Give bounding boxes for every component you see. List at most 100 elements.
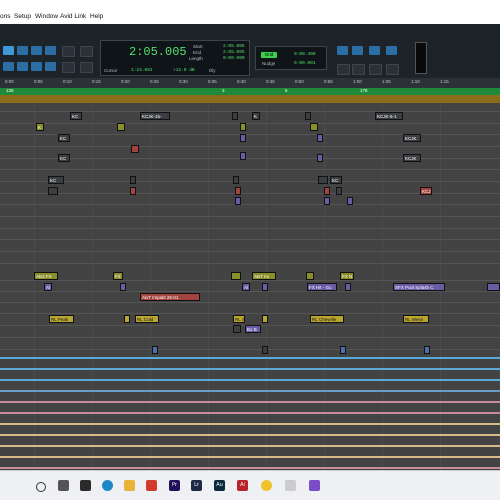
premiere-icon[interactable]: Pr: [169, 480, 180, 491]
audio-clip[interactable]: RL S: [233, 315, 245, 323]
audio-clip[interactable]: FX Hit - Gu: [307, 283, 337, 291]
media-app-icon[interactable]: [80, 480, 91, 491]
audio-clip[interactable]: [233, 325, 241, 333]
audio-clip[interactable]: [124, 315, 130, 323]
fast-forward-button[interactable]: [352, 64, 365, 75]
zoom-tool-icon[interactable]: [3, 46, 14, 55]
audio-clip[interactable]: [235, 197, 241, 205]
audio-clip[interactable]: [262, 283, 268, 291]
rewind-button[interactable]: [337, 64, 350, 75]
audio-clip[interactable]: [232, 112, 238, 120]
marker-label[interactable]: 126: [6, 88, 14, 93]
length-value[interactable]: 0:00.000: [223, 56, 245, 61]
audio-clip[interactable]: AlvT Impakt 26-01: [140, 293, 200, 301]
edit-window-timeline[interactable]: KC KCJK-15- K KCJK-6-1 K KC KCJK KC KCJ K…: [0, 103, 500, 470]
end-value[interactable]: 2:05.005: [223, 50, 245, 55]
audio-clip[interactable]: [347, 197, 353, 205]
audio-clip[interactable]: [336, 187, 342, 195]
audio-clip[interactable]: [48, 187, 58, 195]
audio-clip[interactable]: [233, 176, 239, 184]
audio-clip[interactable]: [262, 346, 268, 354]
audio-clip[interactable]: SFX Pool Splash C: [393, 283, 445, 291]
range-ruler[interactable]: [0, 95, 500, 103]
marker-label[interactable]: 3: [222, 88, 225, 93]
file-explorer-icon[interactable]: [124, 480, 135, 491]
shuffle-mode-button[interactable]: [3, 62, 14, 71]
audio-clip[interactable]: KCJK: [403, 134, 421, 142]
store-icon[interactable]: [146, 480, 157, 491]
audio-clip[interactable]: [130, 187, 136, 195]
start-value[interactable]: 2:05.005: [223, 44, 245, 49]
record-button[interactable]: [386, 46, 397, 55]
marker-label[interactable]: 176: [360, 88, 368, 93]
audio-clip[interactable]: K: [36, 123, 44, 131]
audio-clip[interactable]: [324, 187, 330, 195]
link-icon[interactable]: [62, 62, 75, 73]
audio-clip[interactable]: RL Chevelle: [310, 315, 344, 323]
audition-icon[interactable]: Au: [214, 480, 225, 491]
timeline-ruler[interactable]: 0:00 0:05 0:10 0:15 0:20 0:25 0:30 0:35 …: [0, 78, 500, 88]
audio-clip[interactable]: [262, 315, 268, 323]
audio-clip[interactable]: KC: [58, 154, 70, 162]
menu-item-avid-link[interactable]: Avid Link: [60, 13, 86, 20]
audio-clip[interactable]: [310, 123, 318, 131]
marker-label[interactable]: 5: [285, 88, 288, 93]
audio-clip[interactable]: RL Cold: [135, 315, 159, 323]
audio-clip[interactable]: [305, 112, 311, 120]
main-counter[interactable]: 2:05.005: [129, 45, 187, 59]
audio-clip[interactable]: Al: [44, 283, 52, 291]
audio-clip[interactable]: KC: [48, 176, 64, 184]
audio-clip[interactable]: [152, 346, 158, 354]
audio-clip[interactable]: [117, 123, 125, 131]
task-view-icon[interactable]: [58, 480, 69, 491]
audio-clip[interactable]: [240, 123, 246, 131]
audio-clip[interactable]: K: [252, 112, 260, 120]
audio-clip[interactable]: KC: [70, 112, 82, 120]
audio-clip[interactable]: KC: [330, 176, 342, 184]
audio-clip[interactable]: [317, 134, 323, 142]
menu-item-options[interactable]: ons: [0, 13, 10, 20]
audio-clip[interactable]: [345, 283, 351, 291]
search-icon[interactable]: [36, 482, 46, 492]
audio-clip[interactable]: [235, 187, 241, 195]
go-to-end-button[interactable]: [386, 64, 399, 75]
audio-clip[interactable]: RL Peak: [49, 315, 74, 323]
stop-button[interactable]: [352, 46, 363, 55]
audio-clip[interactable]: [240, 152, 246, 160]
audio-clip[interactable]: KC: [58, 134, 70, 142]
play-button[interactable]: [369, 46, 380, 55]
audio-clip[interactable]: KCJK-15-: [140, 112, 170, 120]
audio-clip[interactable]: RL Wesn: [403, 315, 429, 323]
grid-mode-button[interactable]: [45, 62, 56, 71]
audio-clip[interactable]: [340, 346, 346, 354]
go-to-start-button[interactable]: [369, 64, 382, 75]
edge-icon[interactable]: [102, 480, 113, 491]
audio-clip[interactable]: [424, 346, 430, 354]
loop-icon[interactable]: [337, 46, 348, 55]
grid-value[interactable]: 0:00.400: [294, 52, 316, 57]
menu-item-setup[interactable]: Setup: [14, 13, 31, 20]
audio-clip[interactable]: [324, 197, 330, 205]
audio-clip[interactable]: [120, 283, 126, 291]
nudge-value[interactable]: 0:00.001: [294, 61, 316, 66]
audio-clip[interactable]: KCJ: [420, 187, 432, 195]
audio-clip[interactable]: [240, 134, 246, 142]
illustrator-icon[interactable]: Ai: [237, 480, 248, 491]
menu-item-help[interactable]: Help: [90, 13, 103, 20]
audio-clip[interactable]: [130, 176, 136, 184]
audio-clip[interactable]: [487, 283, 500, 291]
marker-ruler[interactable]: 126 3 5 176: [0, 88, 500, 95]
chrome-icon[interactable]: [261, 480, 272, 491]
photos-icon[interactable]: [285, 480, 296, 491]
audio-clip[interactable]: AlvT Im: [252, 272, 276, 280]
audio-clip[interactable]: [131, 145, 139, 153]
audio-clip[interactable]: [306, 272, 314, 280]
speaker-icon[interactable]: [62, 46, 75, 57]
audio-clip[interactable]: FX: [113, 272, 123, 280]
slip-mode-button[interactable]: [17, 62, 28, 71]
audio-clip[interactable]: KCJK-6-1: [375, 112, 403, 120]
audio-clip[interactable]: Alv2 FX: [34, 272, 58, 280]
trim-tool-icon[interactable]: [17, 46, 28, 55]
grid-label[interactable]: Grid: [261, 52, 277, 58]
audio-clip[interactable]: Bo B: [245, 325, 261, 333]
